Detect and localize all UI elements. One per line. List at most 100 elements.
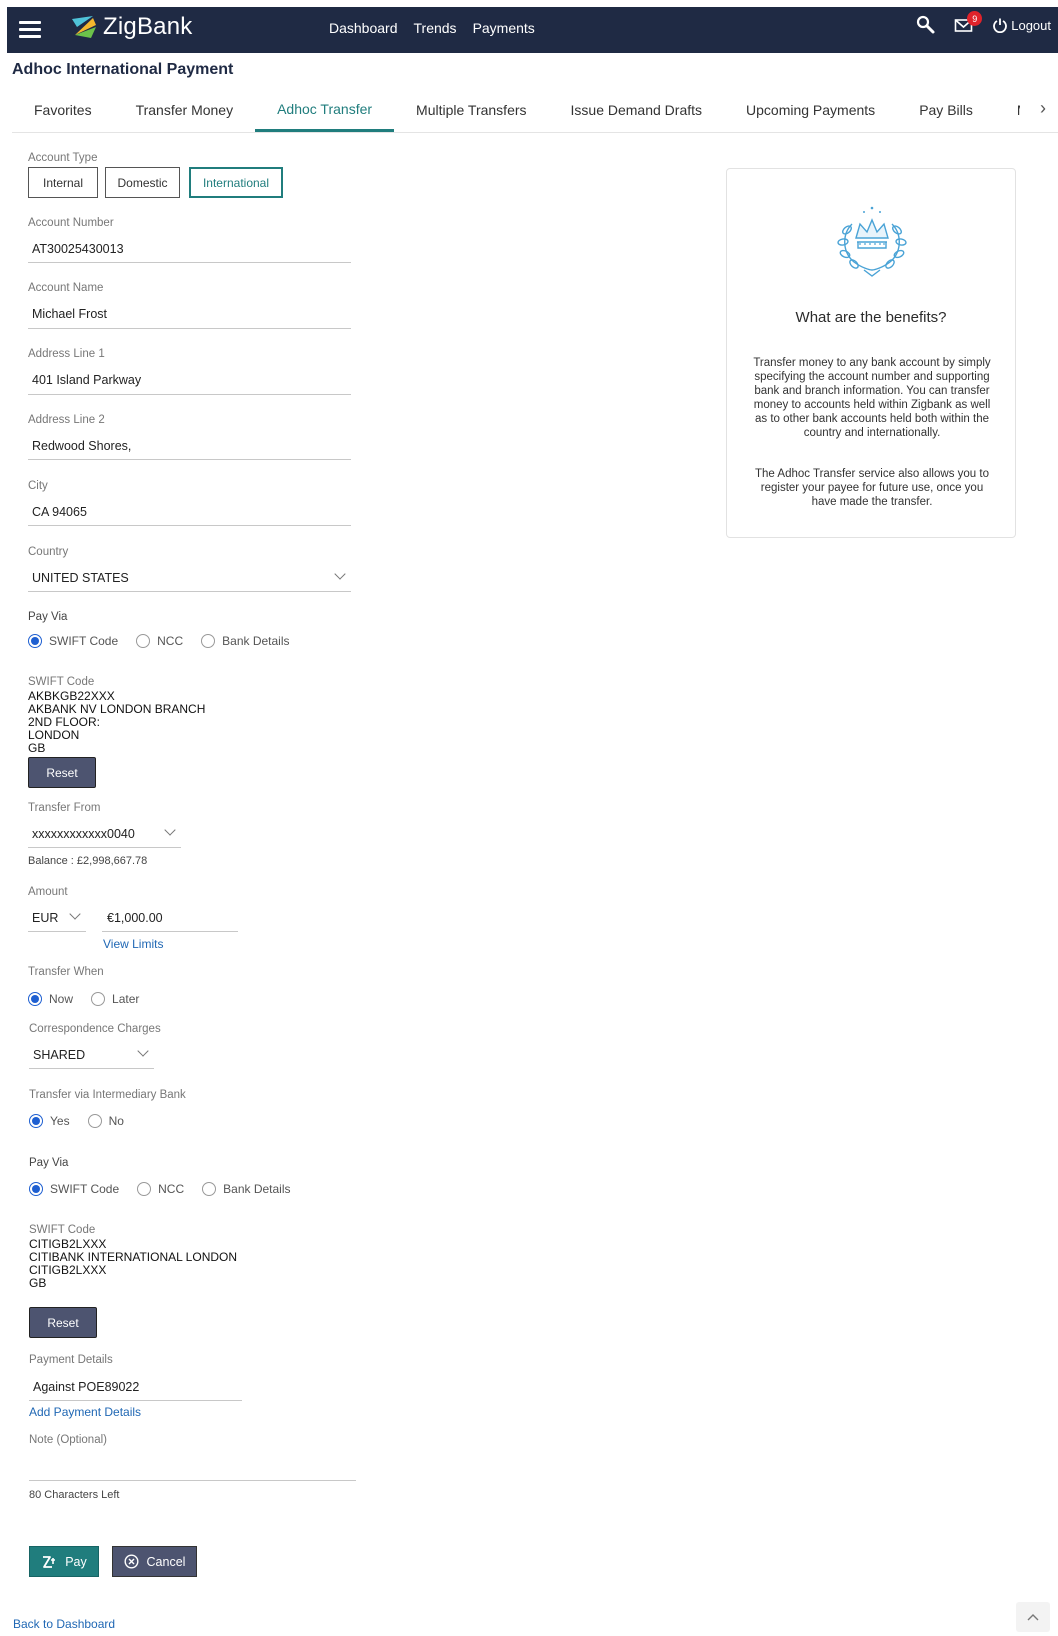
header-actions: 9 Logout [916, 11, 1051, 35]
nav-dashboard[interactable]: Dashboard [329, 20, 398, 36]
intermediary-ncc-label: NCC [158, 1182, 185, 1196]
intermediary-bank-details-radio[interactable] [202, 1182, 217, 1196]
benefits-panel: What are the benefits? Transfer money to… [726, 168, 1016, 538]
search-icon [917, 15, 935, 34]
city-input[interactable]: CA 94065 [32, 505, 87, 519]
swift-bank-details: AKBKGB22XXX AKBANK NV LONDON BRANCH 2ND … [28, 690, 205, 755]
transfer-from-chevron-down-icon[interactable] [164, 824, 176, 836]
chevron-right-icon[interactable]: › [1040, 98, 1046, 119]
logout-label: Logout [1011, 17, 1051, 33]
pay-via-label: Pay Via [28, 611, 68, 623]
cancel-label: Cancel [146, 1554, 186, 1569]
zigbank-logo-icon [72, 16, 96, 38]
payment-details-label: Payment Details [29, 1354, 113, 1366]
pay-label: Pay [65, 1554, 87, 1569]
amount-input[interactable]: €1,000.00 [107, 911, 163, 925]
power-icon [993, 18, 1008, 33]
account-type-internal[interactable]: Internal [28, 167, 98, 198]
nav-payments[interactable]: Payments [473, 20, 535, 36]
amount-underline [102, 931, 238, 932]
tab-upcoming-payments[interactable]: Upcoming Payments [724, 88, 897, 132]
transfer-now-radio[interactable] [28, 992, 42, 1006]
payment-tabs: Favorites Transfer Money Adhoc Transfer … [12, 88, 1058, 133]
logo-text: ZigBank [103, 13, 193, 40]
pay-via-ncc-radio[interactable] [136, 634, 151, 648]
charges-chevron-down-icon[interactable] [137, 1045, 149, 1057]
logout-button[interactable]: Logout [992, 17, 1051, 33]
benefits-description: Transfer money to any bank account by si… [753, 357, 991, 439]
address-line1-label: Address Line 1 [28, 348, 105, 360]
mail-button[interactable]: 9 [954, 11, 983, 33]
swift-bank-city: LONDON [28, 728, 80, 742]
account-balance: Balance : £2,998,667.78 [28, 855, 148, 867]
intermediary-radio-group: Yes No [29, 1114, 142, 1128]
tab-multiple-bill-payments[interactable]: Multipl [995, 88, 1020, 132]
note-label: Note (Optional) [29, 1434, 107, 1446]
country-chevron-down-icon[interactable] [334, 568, 346, 580]
tab-pay-bills[interactable]: Pay Bills [897, 88, 995, 132]
correspondence-charges-select[interactable]: SHARED [33, 1048, 85, 1062]
intermediary-ncc-radio[interactable] [137, 1182, 152, 1196]
transfer-from-underline [28, 847, 181, 848]
back-to-dashboard-link[interactable]: Back to Dashboard [13, 1617, 115, 1631]
intermediary-no-radio[interactable] [87, 1114, 102, 1128]
account-type-domestic[interactable]: Domestic [105, 167, 180, 198]
address-line2-input[interactable]: Redwood Shores, [32, 439, 131, 453]
intermediary-swift-reset-button[interactable]: Reset [29, 1307, 97, 1338]
account-type-label: Account Type [28, 152, 98, 164]
intermediary-yes-radio[interactable] [29, 1114, 43, 1128]
hamburger-menu-icon[interactable] [19, 21, 41, 39]
pay-via-radio-group: SWIFT Code NCC Bank Details [28, 634, 308, 648]
top-header: ZigBank Dashboard Trends Payments 9 Logo… [7, 7, 1058, 53]
intermediary-bank-branch: CITIGB2LXXX [29, 1263, 107, 1277]
address-line2-underline [28, 459, 351, 460]
transfer-from-label: Transfer From [28, 802, 101, 814]
tab-multiple-transfers[interactable]: Multiple Transfers [394, 88, 548, 132]
pay-via-swift-radio[interactable] [28, 634, 42, 648]
scroll-to-top-button[interactable] [1016, 1602, 1050, 1632]
correspondence-charges-label: Correspondence Charges [29, 1023, 161, 1035]
currency-chevron-down-icon[interactable] [69, 908, 81, 920]
currency-underline [28, 931, 86, 932]
payment-details-underline [29, 1400, 242, 1401]
intermediary-swift-radio[interactable] [29, 1182, 43, 1196]
account-name-underline [28, 328, 351, 329]
cancel-button[interactable]: Cancel [112, 1546, 197, 1577]
currency-select[interactable]: EUR [32, 911, 58, 925]
note-input[interactable] [33, 1458, 353, 1478]
intermediary-bank-label: Transfer via Intermediary Bank [29, 1089, 186, 1101]
charges-underline [29, 1068, 154, 1069]
pay-button[interactable]: Pay [29, 1546, 99, 1577]
mail-badge: 9 [967, 11, 983, 26]
benefits-register-note: The Adhoc Transfer service also allows y… [755, 468, 989, 508]
view-limits-link[interactable]: View Limits [103, 937, 163, 951]
account-number-input[interactable]: AT30025430013 [32, 242, 124, 256]
add-payment-details-link[interactable]: Add Payment Details [29, 1405, 141, 1419]
payment-details-input[interactable]: Against POE89022 [33, 1380, 139, 1394]
tab-transfer-money[interactable]: Transfer Money [114, 88, 256, 132]
tab-favorites[interactable]: Favorites [12, 88, 114, 132]
nav-trends[interactable]: Trends [414, 20, 457, 36]
transfer-later-label: Later [112, 992, 140, 1006]
account-number-label: Account Number [28, 217, 114, 229]
intermediary-no-label: No [108, 1114, 124, 1128]
tab-issue-demand-drafts[interactable]: Issue Demand Drafts [549, 88, 725, 132]
search-button[interactable] [916, 15, 936, 35]
swift-reset-button[interactable]: Reset [28, 757, 96, 788]
account-name-input[interactable]: Michael Frost [32, 307, 107, 321]
note-underline [29, 1480, 356, 1481]
country-select[interactable]: UNITED STATES [32, 571, 129, 585]
pay-via-bank-details-label: Bank Details [222, 634, 290, 648]
pay-via-bank-details-radio[interactable] [201, 634, 216, 648]
page-title: Adhoc International Payment [12, 61, 234, 78]
transfer-when-label: Transfer When [28, 966, 104, 978]
account-type-international[interactable]: International [189, 167, 283, 198]
transfer-later-radio[interactable] [91, 992, 106, 1006]
address-line1-input[interactable]: 401 Island Parkway [32, 373, 141, 387]
note-characters-left: 80 Characters Left [29, 1489, 120, 1501]
transfer-from-select[interactable]: xxxxxxxxxxxx0040 [32, 827, 135, 841]
zigbank-logo[interactable]: ZigBank [69, 13, 192, 41]
transfer-when-radio-group: Now Later [28, 992, 157, 1006]
tab-adhoc-transfer[interactable]: Adhoc Transfer [255, 88, 395, 132]
intermediary-bank-country: GB [29, 1276, 47, 1290]
